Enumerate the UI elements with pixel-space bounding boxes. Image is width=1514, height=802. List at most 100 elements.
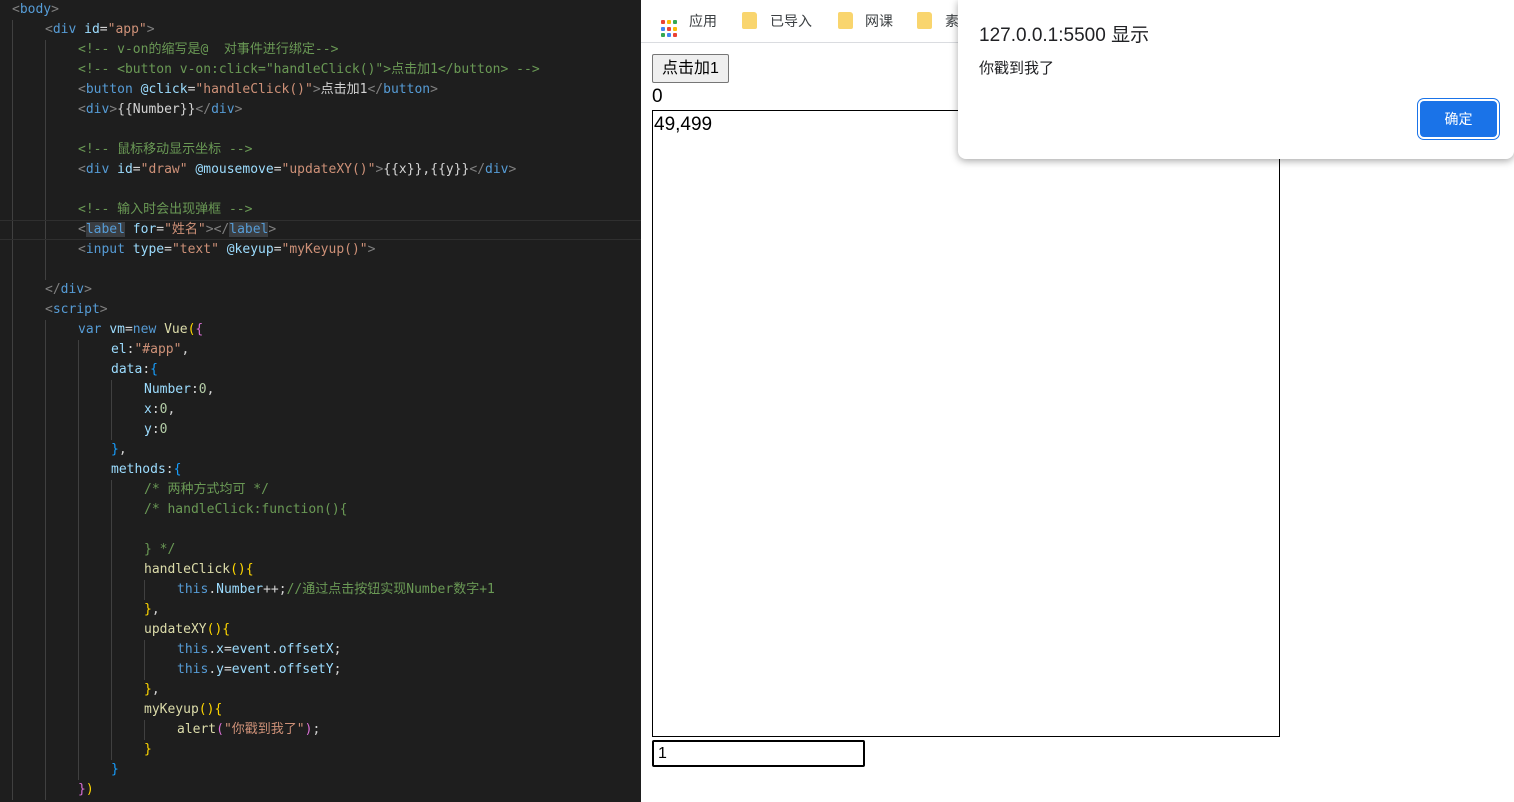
indent-guide [12,760,13,780]
indent-guide [78,580,79,600]
code-token: 0 [198,382,207,397]
indent-guide [78,520,79,540]
bookmark-folder-courses[interactable]: 网课 [837,8,907,34]
code-line: <label for="姓名"></label> [0,220,641,240]
code-line-content: }, [144,600,160,620]
indent-guide [78,420,79,440]
code-token: type [132,242,165,257]
code-line [0,120,641,140]
indent-guide [12,80,13,100]
code-token: var [78,322,102,337]
code-token: button [85,82,133,97]
code-line: this.y=event.offsetY; [0,660,641,680]
code-token: () [198,702,215,717]
code-token: = [223,662,232,677]
code-line-content: }, [144,680,160,700]
code-token: @keyup [226,242,274,257]
code-token: < [78,102,86,117]
code-token: { [173,462,182,477]
add-one-button[interactable]: 点击加1 [652,54,729,83]
folder-icon [917,12,932,29]
indent-guide [111,500,112,520]
code-token: y [216,662,224,677]
indent-guide [111,640,112,660]
code-token: () [206,622,223,637]
indent-guide [78,360,79,380]
code-token: Number [216,582,264,597]
code-token: . [270,642,279,657]
code-token: body [19,2,52,17]
indent-guide [12,420,13,440]
code-line: Number:0, [0,380,641,400]
code-line-content: } */ [144,540,175,560]
code-token: //通过点击按钮实现Number数字+1 [286,582,495,597]
indent-guide [12,180,13,200]
indent-guide [45,460,46,480]
code-line-content: <!-- 输入时会出现弹框 --> [78,200,252,220]
indent-guide [45,400,46,420]
code-token: offsetX [278,642,334,657]
indent-guide [45,221,46,239]
code-line-content: this.Number++;//通过点击按钮实现Number数字+1 [177,580,495,600]
indent-guide [12,221,13,239]
code-line: handleClick(){ [0,560,641,580]
indent-guide [12,100,13,120]
indent-guide [45,580,46,600]
indent-guide [12,460,13,480]
code-token: ; [312,722,321,737]
code-editor[interactable]: < body > <div id="app"> <!-- v-on的缩写是@ 对事件进行… [0,0,641,802]
code-line-content: <input type="text" @keyup="myKeyup()"> [78,240,375,260]
indent-guide [78,560,79,580]
alert-ok-button[interactable]: 确定 [1420,101,1497,137]
code-line-content: updateXY(){ [144,620,230,640]
code-line-content: <div id="app"> [45,20,155,40]
indent-guide [12,480,13,500]
draw-area[interactable]: 49,499 [652,110,1280,737]
code-token: myKeyup [144,702,199,717]
code-token: y [144,422,152,437]
code-token: x [144,402,152,417]
indent-guide [45,120,46,140]
bookmark-apps-label: 应用 [689,13,717,29]
code-token: <!-- v-on的缩写是@ 对事件进行绑定--> [78,42,339,57]
code-token: script [52,302,100,317]
code-line: <input type="text" @keyup="myKeyup()"> [0,240,641,260]
indent-guide [45,600,46,620]
code-line: <div>{{Number}}</div> [0,100,641,120]
indent-guide [45,500,46,520]
indent-guide [12,740,13,760]
indent-guide [45,60,46,80]
indent-guide [12,600,13,620]
indent-guide [12,360,13,380]
code-token: } [144,602,152,617]
code-token: "draw" [140,162,188,177]
code-token: /* 两种方式均可 */ [144,482,269,497]
code-line: } */ [0,540,641,560]
indent-guide [78,620,79,640]
indent-guide [45,260,46,280]
bookmark-folder-imported[interactable]: 已导入 [741,8,821,34]
code-token: ++; [263,582,287,597]
code-line-content: }) [78,780,94,800]
indent-guide [111,580,112,600]
indent-guide [78,680,79,700]
name-input[interactable] [652,740,865,767]
code-token: : [142,362,151,377]
alert-title: 127.0.0.1:5500 显示 [979,25,1150,46]
code-line-content: myKeyup(){ [144,700,222,720]
indent-guide [45,380,46,400]
indent-guide [111,700,112,720]
code-line: this.Number++;//通过点击按钮实现Number数字+1 [0,580,641,600]
indent-guide [111,400,112,420]
indent-guide [45,760,46,780]
code-token: "handleClick()" [195,82,313,97]
indent-guide [12,680,13,700]
code-token: > [430,82,438,97]
indent-guide [144,580,145,600]
code-token: { [245,562,254,577]
bookmark-apps[interactable]: 应用 [641,8,731,38]
indent-guide [78,440,79,460]
code-line-content: }, [111,440,127,460]
